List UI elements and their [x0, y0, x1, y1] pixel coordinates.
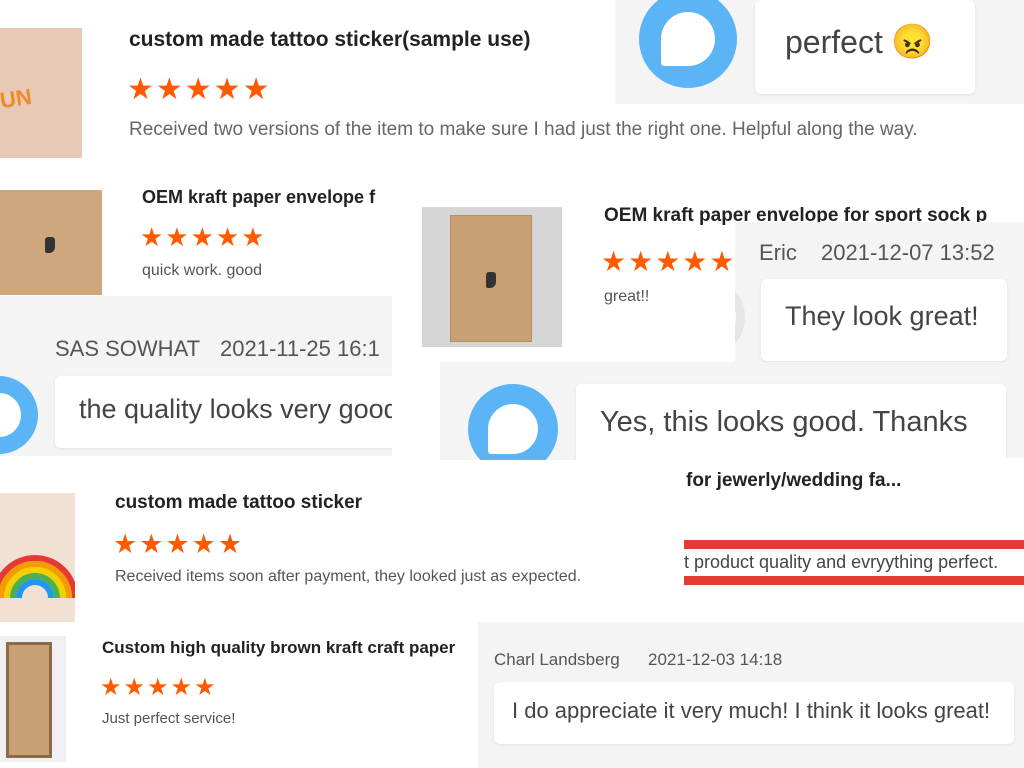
chat-timestamp: 2021-12-03 14:18: [648, 650, 783, 669]
chat-sender-name: Eric: [759, 240, 797, 265]
chat-message-text: I do appreciate it very much! I think it…: [512, 698, 991, 723]
chat-message-text: perfect: [785, 24, 883, 60]
star-rating: ★★★★★: [100, 674, 218, 701]
chat-message: I do appreciate it very much! I think it…: [494, 682, 1014, 744]
avatar-icon: [735, 287, 745, 347]
review-text: Just perfect service!: [102, 710, 236, 727]
chat-bubble-icon: [639, 0, 737, 88]
chat-card-eric: Eric 2021-12-07 13:52 They look great!: [735, 222, 1024, 372]
chat-message: Yes, this looks good. Thanks: [576, 384, 1006, 460]
sock-icon: [44, 237, 55, 254]
product-thumbnail[interactable]: [0, 190, 102, 295]
chat-message: the quality looks very good: [55, 376, 392, 448]
review-card-jewelry: for jewerly/wedding fa... t product qual…: [680, 458, 1024, 603]
thumbnail-sticker-text: UN: [0, 83, 34, 114]
highlight-bar-top: [680, 540, 1024, 549]
chat-message: They look great!: [761, 279, 1007, 361]
highlight-bar-bottom: [680, 576, 1024, 585]
chat-sender-name: Charl Landsberg: [494, 650, 620, 669]
product-thumbnail[interactable]: [0, 636, 66, 762]
review-text: Received two versions of the item to mak…: [129, 119, 918, 140]
rainbow-icon: [0, 555, 78, 599]
review-text: t product quality and evryything perfect…: [684, 552, 999, 572]
chat-bubble-icon: [0, 376, 38, 454]
review-card-tattoo-rainbow: custom made tattoo sticker ★★★★★ Receive…: [0, 466, 684, 626]
star-rating: ★★★★★: [113, 529, 245, 559]
star-rating: ★★★★★: [127, 73, 272, 106]
product-title[interactable]: for jewerly/wedding fa...: [686, 470, 901, 492]
chat-message-text: the quality looks very good: [79, 394, 392, 424]
chat-sender-name: SAS SOWHAT: [55, 336, 201, 361]
chat-card-sas-sowhat: SAS SOWHAT 2021-11-25 16:1 the quality l…: [0, 296, 392, 456]
review-card-kraft-craft: Custom high quality brown kraft craft pa…: [0, 622, 480, 768]
kraft-box-shape: [6, 642, 52, 758]
product-thumbnail[interactable]: [450, 215, 532, 342]
star-rating: ★★★★★: [140, 222, 267, 252]
sock-icon: [486, 272, 497, 289]
product-title[interactable]: custom made tattoo sticker(sample use): [129, 28, 530, 52]
product-title[interactable]: Custom high quality brown kraft craft pa…: [102, 638, 455, 658]
review-text: great!!: [604, 288, 650, 305]
star-rating: ★★★★★: [601, 246, 737, 277]
review-card-envelope-quick: OEM kraft paper envelope f ★★★★★ quick w…: [0, 160, 392, 295]
product-title[interactable]: OEM kraft paper envelope f: [142, 187, 375, 208]
chat-card-thanks: Yes, this looks good. Thanks: [440, 362, 1024, 460]
chat-timestamp: 2021-11-25 16:1: [220, 336, 380, 361]
product-thumbnail[interactable]: [0, 493, 78, 623]
review-text: quick work. good: [142, 262, 263, 279]
product-title[interactable]: custom made tattoo sticker: [115, 492, 362, 514]
angry-emoji-icon: 😠: [891, 23, 934, 61]
chat-card-perfect: perfect 😠: [615, 0, 1024, 104]
chat-card-charl: Charl Landsberg 2021-12-03 14:18 I do ap…: [478, 622, 1024, 768]
chat-message-text: Yes, this looks good. Thanks: [600, 406, 968, 438]
product-thumbnail[interactable]: UN: [0, 28, 82, 158]
review-text: Received items soon after payment, they …: [115, 568, 582, 585]
thumbnail-background: [422, 207, 562, 347]
chat-bubble-icon: [468, 384, 558, 460]
chat-message: perfect 😠: [755, 0, 975, 94]
chat-message-text: They look great!: [785, 301, 979, 331]
chat-timestamp: 2021-12-07 13:52: [821, 240, 995, 265]
